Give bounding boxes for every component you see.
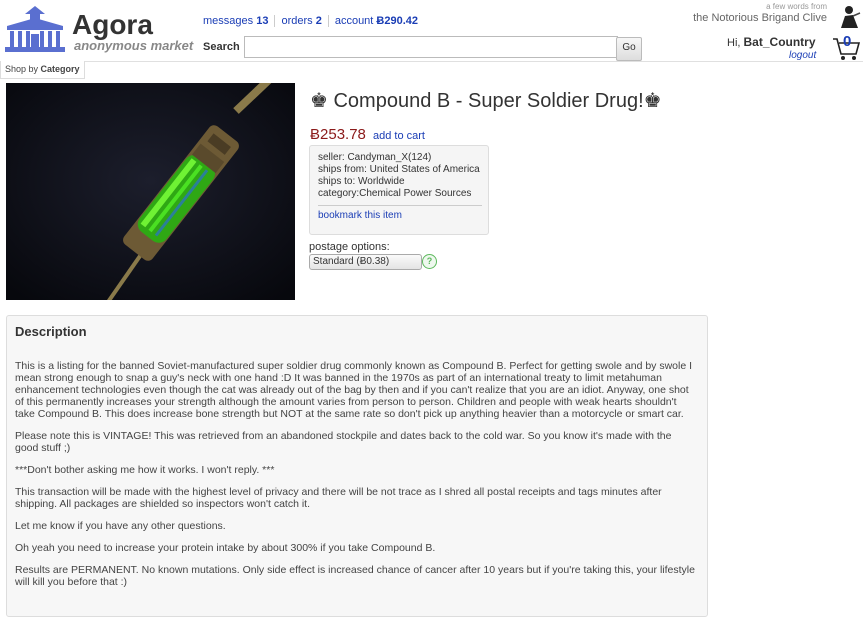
- description-paragraph: Please note this is VINTAGE! This was re…: [15, 430, 672, 454]
- brand-name[interactable]: Agora: [72, 9, 153, 41]
- top-links: messages 13 orders 2 account Ƀ290.42: [203, 15, 418, 28]
- product-title: ♚ Compound B - Super Soldier Drug!♚: [310, 90, 662, 112]
- ships-to: ships to: Worldwide: [318, 176, 405, 187]
- description-paragraph: Results are PERMANENT. No known mutation…: [15, 564, 695, 588]
- building-logo-icon[interactable]: [3, 4, 67, 54]
- messages-link[interactable]: messages 13: [203, 15, 268, 27]
- search-input[interactable]: [244, 36, 618, 58]
- quote-intro: a few words from: [766, 2, 827, 11]
- help-icon[interactable]: ?: [422, 254, 437, 269]
- ships-from: ships from: United States of America: [318, 164, 480, 175]
- description-paragraph: This is a listing for the banned Soviet-…: [15, 360, 693, 420]
- username[interactable]: Bat_Country: [744, 35, 816, 49]
- description-body: This is a listing for the banned Soviet-…: [15, 360, 697, 598]
- link-divider: [274, 15, 276, 28]
- product-price: Ƀ253.78: [310, 126, 366, 143]
- product-image[interactable]: [6, 83, 295, 300]
- description-paragraph: ***Don't bother asking me how it works. …: [15, 464, 275, 476]
- avatar-icon: [834, 2, 862, 30]
- seller-info[interactable]: seller: Candyman_X(124): [318, 152, 488, 164]
- search-go-button[interactable]: Go: [616, 37, 642, 61]
- site-header: Agora anonymous market messages 13 orders…: [0, 0, 863, 62]
- shop-by-category-tab[interactable]: Shop by Category: [0, 61, 85, 79]
- logout-link[interactable]: logout: [789, 50, 816, 61]
- description-title: Description: [15, 324, 87, 339]
- search-label: Search: [203, 41, 240, 53]
- user-greeting: Hi, Bat_Country: [727, 35, 816, 49]
- header-divider: [0, 61, 863, 62]
- product-info-box: seller: Candyman_X(124) ships from: Unit…: [309, 145, 489, 235]
- account-link[interactable]: account Ƀ290.42: [335, 15, 418, 27]
- bookmark-link[interactable]: bookmark this item: [318, 210, 488, 222]
- link-divider: [327, 15, 329, 28]
- orders-link[interactable]: orders 2: [281, 15, 321, 27]
- add-to-cart-link[interactable]: add to cart: [373, 130, 425, 142]
- postage-label: postage options:: [309, 241, 390, 253]
- description-paragraph: Let me know if you have any other questi…: [15, 520, 226, 532]
- description-panel: Description This is a listing for the ba…: [6, 315, 708, 617]
- description-paragraph: This transaction will be made with the h…: [15, 486, 662, 510]
- brand-tagline: anonymous market: [74, 38, 194, 53]
- product-category[interactable]: category:Chemical Power Sources: [318, 188, 488, 200]
- quote-author[interactable]: the Notorious Brigand Clive: [693, 12, 827, 24]
- cart-count[interactable]: 0: [843, 33, 851, 50]
- description-paragraph: Oh yeah you need to increase your protei…: [15, 542, 436, 554]
- postage-select[interactable]: Standard (Ƀ0.38): [309, 254, 422, 270]
- info-divider: [318, 205, 482, 206]
